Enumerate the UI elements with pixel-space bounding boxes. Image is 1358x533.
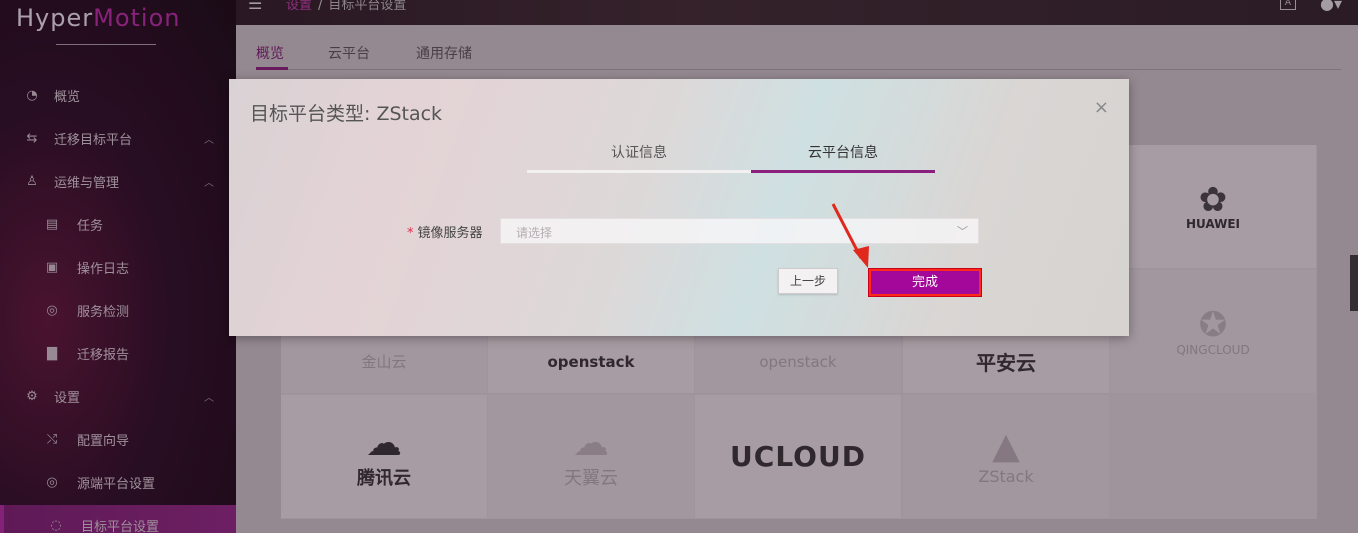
step-tab-auth-info[interactable]: 认证信息 bbox=[527, 143, 751, 173]
close-icon[interactable]: × bbox=[1094, 97, 1109, 118]
prev-step-button[interactable]: 上一步 bbox=[778, 268, 838, 294]
image-server-select[interactable]: 请选择 ﹀ bbox=[500, 218, 979, 244]
step-tabs: 认证信息 云平台信息 bbox=[527, 143, 935, 173]
image-server-label-text: 镜像服务器 bbox=[417, 226, 483, 241]
step-tab-label: 认证信息 bbox=[611, 145, 667, 161]
chevron-down-icon: ﹀ bbox=[957, 225, 968, 238]
step-tab-bar bbox=[527, 170, 751, 173]
step-tab-cloud-info[interactable]: 云平台信息 bbox=[751, 143, 935, 173]
dialog-title: 目标平台类型: ZStack bbox=[250, 103, 443, 125]
required-mark: * bbox=[407, 226, 414, 241]
done-button[interactable]: 完成 bbox=[869, 269, 981, 296]
step-tab-active-bar bbox=[751, 170, 935, 173]
target-platform-dialog: 目标平台类型: ZStack × 认证信息 云平台信息 * 镜像服务器 请选择 ﹀… bbox=[229, 79, 1129, 336]
image-server-label: * 镜像服务器 bbox=[407, 222, 483, 241]
step-tab-label: 云平台信息 bbox=[808, 145, 878, 161]
select-placeholder: 请选择 bbox=[516, 226, 553, 240]
